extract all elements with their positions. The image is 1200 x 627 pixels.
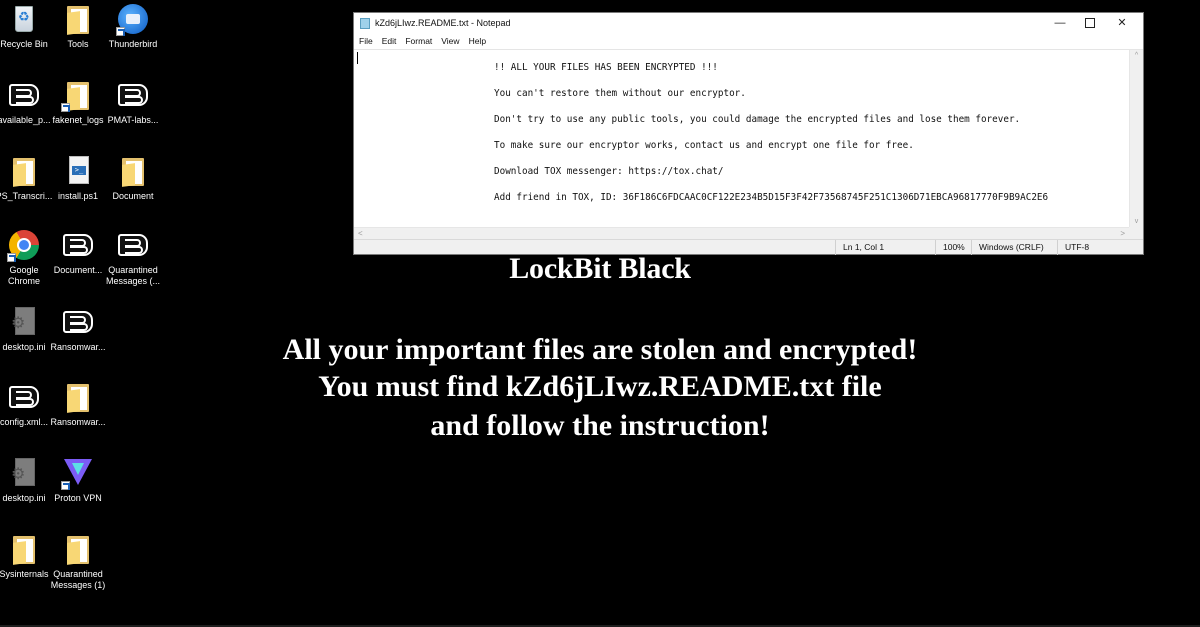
desktop-icon-label: PS_Transcri... [0,191,53,201]
desktop-icon-label: Recycle Bin [0,39,48,49]
scroll-right-icon[interactable]: > [1120,229,1125,238]
proton-vpn-icon [61,456,95,490]
desktop-icon-label: Sysinternals [0,569,49,579]
menu-view[interactable]: View [441,33,464,49]
maximize-button[interactable] [1075,13,1105,33]
lockbit-icon [116,78,150,112]
desktop-icon-thunderbird[interactable]: Thunderbird [103,2,163,50]
desktop-icon-label: PMAT-labs... [107,115,159,125]
folder-icon [7,532,41,566]
scroll-left-icon[interactable]: < [358,229,363,238]
folder-icon [61,78,95,112]
wallpaper-message-line: You must find kZd6jLIwz.README.txt file [318,370,882,403]
status-bar: Ln 1, Col 1 100% Windows (CRLF) UTF-8 [354,239,1143,255]
desktop-icon-label: Proton VPN [54,493,102,503]
powershell-script-icon [61,154,95,188]
folder-icon [7,154,41,188]
notepad-window: kZd6jLIwz.README.txt - Notepad — ✕ File … [353,12,1144,255]
shortcut-arrow-icon [61,481,70,490]
window-title: kZd6jLIwz.README.txt - Notepad [375,18,511,28]
wallpaper-message-line: All your important files are stolen and … [282,333,918,366]
desktop-icon-tools[interactable]: Tools [48,2,108,50]
text-line: To make sure our encryptor works, contac… [494,140,914,151]
desktop-icon-label: available_p... [0,115,51,125]
wallpaper-title: LockBit Black [509,252,691,285]
desktop-icon-label: fakenet_logs [52,115,104,125]
scroll-up-icon[interactable]: ^ [1130,52,1143,59]
desktop-icon-label: install.ps1 [57,191,99,201]
folder-icon [61,2,95,36]
desktop-icon-label: Thunderbird [108,39,158,49]
menu-help[interactable]: Help [469,33,491,49]
close-button[interactable]: ✕ [1107,13,1137,33]
cursor-position: Ln 1, Col 1 [835,240,935,255]
shortcut-arrow-icon [61,103,70,112]
document-text[interactable]: !! ALL YOUR FILES HAS BEEN ENCRYPTED !!!… [356,50,1129,227]
desktop-icon-label: Quarantined Messages (1) [50,569,106,590]
lockbit-icon [7,78,41,112]
scroll-down-icon[interactable]: v [1130,218,1143,225]
minimize-button[interactable]: — [1045,13,1075,33]
recycle-bin-icon [7,2,41,36]
desktop-icon-proton-vpn[interactable]: Proton VPN [48,456,108,504]
line-endings: Windows (CRLF) [971,240,1057,255]
vertical-scrollbar[interactable]: ^ v [1129,50,1143,227]
text-editor-area[interactable]: !! ALL YOUR FILES HAS BEEN ENCRYPTED !!!… [354,49,1143,241]
desktop-icon-pmat-labs[interactable]: PMAT-labs... [103,78,163,126]
desktop-icon-ps-transcripts[interactable]: PS_Transcri... [0,154,54,202]
menu-edit[interactable]: Edit [382,33,402,49]
folder-icon [116,154,150,188]
thunderbird-icon [116,2,150,36]
text-line: Download TOX messenger: https://tox.chat… [494,166,724,177]
menu-bar: File Edit Format View Help [354,33,1143,49]
text-line: !! ALL YOUR FILES HAS BEEN ENCRYPTED !!! [494,62,718,73]
text-line: Don't try to use any public tools, you c… [494,114,1021,125]
text-line: Add friend in TOX, ID: 36F186C6FDCAAC0CF… [494,192,1049,203]
desktop-icon-sysinternals[interactable]: Sysinternals [0,532,54,580]
desktop-icon-recycle-bin[interactable]: Recycle Bin [0,2,54,50]
settings-file-icon [7,456,41,490]
title-bar[interactable]: kZd6jLIwz.README.txt - Notepad — ✕ [354,13,1143,33]
desktop-icon-fakenet-logs[interactable]: fakenet_logs [48,78,108,126]
desktop-icon-document-folder[interactable]: Document [103,154,163,202]
menu-file[interactable]: File [359,33,378,49]
text-line: You can't restore them without our encry… [494,88,746,99]
wallpaper-message-line: and follow the instruction! [430,409,770,442]
desktop-icon-desktop-ini-2[interactable]: desktop.ini [0,456,54,504]
shortcut-arrow-icon [116,27,125,36]
desktop-icon-install-ps1[interactable]: install.ps1 [48,154,108,202]
desktop-icon-quarantined-messages-1[interactable]: Quarantined Messages (1) [48,532,108,591]
desktop-icon-label: desktop.ini [2,493,46,503]
desktop-icon-label: Tools [67,39,89,49]
zoom-level: 100% [935,240,971,255]
menu-format[interactable]: Format [405,33,437,49]
desktop-icon-label: Document [112,191,154,201]
desktop-icon-available[interactable]: available_p... [0,78,54,126]
encoding: UTF-8 [1057,240,1137,255]
notepad-icon [360,18,370,29]
folder-icon [61,532,95,566]
